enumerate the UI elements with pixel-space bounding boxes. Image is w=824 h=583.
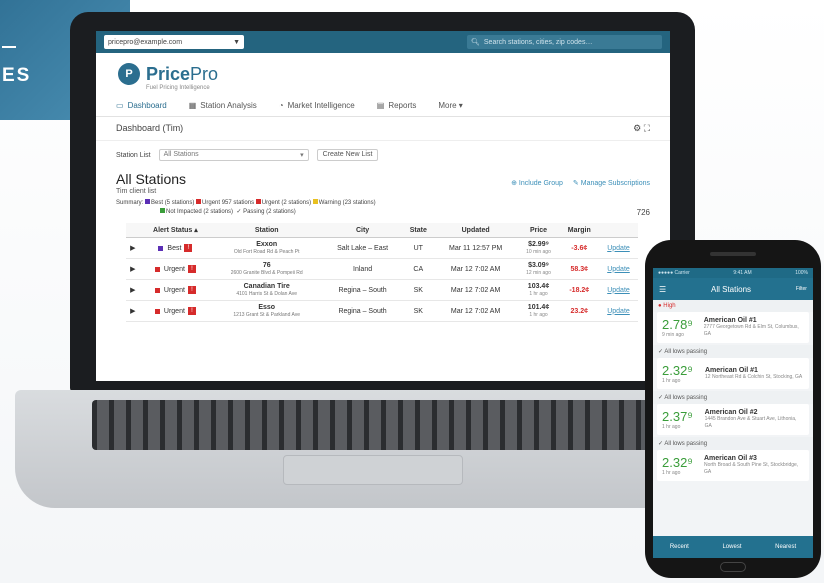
col-updated[interactable]: Updated — [433, 223, 518, 238]
search-placeholder: Search stations, cities, zip codes… — [483, 38, 593, 46]
dashboard-label: Dashboard (Tim) — [116, 123, 184, 133]
summary-label: Summary: — [116, 200, 144, 206]
col-actions — [599, 223, 638, 238]
col-margin[interactable]: Margin — [559, 223, 599, 238]
table-header-row: Alert Status ▴ Station City State Update… — [126, 223, 638, 238]
tab-station-analysis[interactable]: ▦ Station Analysis — [189, 101, 257, 110]
tab-more[interactable]: More ▾ — [438, 101, 462, 110]
station-list-select[interactable]: All Stations ▾ — [158, 149, 309, 161]
create-new-list-button[interactable]: Create New List — [316, 149, 379, 161]
summary: Summary: Best (5 stations) Urgent 957 st… — [116, 199, 650, 217]
filter-button[interactable]: Filter — [796, 286, 807, 292]
phone-header: ☰ All Stations Filter — [653, 278, 813, 300]
update-link[interactable]: Update — [599, 279, 638, 301]
brand-name: PricePro — [146, 63, 219, 84]
menu-icon[interactable]: ☰ — [659, 285, 666, 294]
chevron-down-icon: ▾ — [300, 152, 304, 159]
station-list-filter: Station List All Stations ▾ Create New L… — [96, 141, 670, 169]
app-top-bar: pricepro@example.com ▼ 🔍︎ Search station… — [96, 31, 670, 53]
gauge-icon: ◔ — [278, 101, 284, 110]
chevron-down-icon: ▼ — [233, 38, 240, 46]
phone-station-card[interactable]: 2.37⁹ 1 hr ago American Oil #2 1445 Brando… — [657, 404, 809, 435]
tab-recent[interactable]: Recent — [670, 544, 689, 550]
expand-caret-icon[interactable]: ▶ — [126, 258, 140, 280]
phone-home-button[interactable] — [720, 562, 746, 572]
tab-dashboard[interactable]: ▭ Dashboard — [116, 101, 167, 110]
manage-subscriptions-link[interactable]: ✎ Manage Subscriptions — [573, 179, 650, 187]
best-square-icon — [145, 199, 151, 204]
phone-station-card[interactable]: 2.32⁹ 1 hr ago American Oil #1 12 Northeas… — [657, 358, 809, 389]
table-row[interactable]: ▶ Urgent! Canadian Tire 4101 Harris St & … — [126, 279, 638, 301]
col-alert-status[interactable]: Alert Status ▴ — [139, 223, 212, 238]
urgent-square-icon — [154, 266, 160, 272]
summary-count: 726 — [636, 208, 650, 217]
marketing-composite: ES pricepro@example.com ▼ 🔍︎ Search stat… — [0, 0, 824, 583]
laptop-screen: pricepro@example.com ▼ 🔍︎ Search station… — [96, 31, 670, 381]
col-price[interactable]: Price — [517, 223, 560, 238]
urgent-square-icon — [196, 199, 202, 204]
urgent-square-icon — [154, 287, 160, 293]
phone-screen: ●●●●● Carrier 9:41 AM 100% ☰ All Station… — [653, 268, 813, 558]
settings-expand-icons[interactable]: ⚙ ⛶ — [633, 123, 650, 134]
alert-flag-icon: ! — [187, 265, 196, 273]
phone-section-label: ✓ All lows passing — [653, 345, 813, 358]
warning-square-icon — [312, 199, 318, 204]
expand-caret-icon[interactable]: ▶ — [126, 300, 140, 322]
dashboard-subheader: Dashboard (Tim) ⚙ ⛶ — [96, 117, 670, 141]
main-nav: ▭ Dashboard ▦ Station Analysis ◔ Market Int… — [96, 91, 670, 117]
table-row[interactable]: ▶ Urgent! 76 2600 Granite Blvd & Pompeii … — [126, 258, 638, 280]
laptop-trackpad — [283, 455, 463, 485]
not-impacted-square-icon — [160, 208, 165, 213]
tab-reports[interactable]: ▤ Reports — [377, 101, 417, 110]
table-row[interactable]: ▶ Best! Exxon Old Fort Road Rd & Peach Pt… — [126, 237, 638, 259]
best-square-icon — [158, 245, 164, 251]
tab-nearest[interactable]: Nearest — [775, 544, 796, 550]
search-input[interactable]: 🔍︎ Search stations, cities, zip codes… — [467, 35, 662, 49]
expand-caret-icon[interactable]: ▶ — [126, 279, 140, 301]
phone-status-bar: ●●●●● Carrier 9:41 AM 100% — [653, 268, 813, 278]
update-link[interactable]: Update — [599, 258, 638, 280]
phone-station-card[interactable]: 2.78⁹ 9 min ago American Oil #1 2777 Georg… — [657, 312, 809, 343]
phone-tab-bar: Recent Lowest Nearest — [653, 536, 813, 558]
phone-section-label: ✓ All lows passing — [653, 391, 813, 404]
monitor-icon: ▭ — [116, 101, 124, 110]
banner-rule — [2, 46, 16, 48]
account-select-value: pricepro@example.com — [108, 38, 183, 46]
brand[interactable]: P PricePro — [96, 53, 670, 89]
search-icon: 🔍︎ — [471, 39, 480, 46]
alert-flag-icon: ! — [184, 244, 193, 252]
page-title: All Stations — [116, 171, 187, 187]
phone-station-card[interactable]: 2.32⁹ 1 hr ago American Oil #3 North Broad… — [657, 450, 809, 481]
urgent-square-icon — [154, 308, 160, 314]
phone-section-label: ✓ All lows passing — [653, 437, 813, 450]
grid-icon: ▦ — [188, 101, 197, 110]
tab-market-intelligence[interactable]: ◔ Market Intelligence — [279, 101, 355, 110]
alert-flag-icon: ! — [187, 307, 196, 315]
phone-title: All Stations — [711, 284, 752, 294]
expand-caret-icon[interactable]: ▶ — [126, 237, 140, 259]
account-select[interactable]: pricepro@example.com ▼ — [104, 35, 244, 49]
table-row[interactable]: ▶ Urgent! Esso 1213 Grant St & Parkland A… — [126, 300, 638, 322]
pricepro-logo-icon: P — [118, 63, 140, 85]
phone-section-label: ● High — [653, 300, 813, 312]
tab-lowest[interactable]: Lowest — [722, 544, 741, 550]
col-city[interactable]: City — [322, 223, 403, 238]
phone-speaker — [710, 252, 756, 256]
col-state[interactable]: State — [402, 223, 434, 238]
update-link[interactable]: Update — [599, 237, 638, 259]
col-station[interactable]: Station — [211, 223, 323, 238]
station-list-label: Station List — [116, 151, 151, 159]
alert-flag-icon: ! — [187, 286, 196, 294]
stations-table: Alert Status ▴ Station City State Update… — [126, 223, 638, 322]
title-row: All Stations ⊕ Include Group ✎ Manage Su… — [96, 169, 670, 187]
include-group-link[interactable]: ⊕ Include Group — [511, 179, 563, 187]
chart-icon: ▤ — [376, 101, 385, 110]
laptop-keyboard — [92, 400, 652, 450]
update-link[interactable]: Update — [599, 300, 638, 322]
title-links: ⊕ Include Group ✎ Manage Subscriptions — [511, 179, 650, 187]
urgent-square-icon — [255, 199, 261, 204]
banner-text: ES — [2, 65, 32, 86]
page-subtitle: Tim client list — [116, 188, 157, 195]
